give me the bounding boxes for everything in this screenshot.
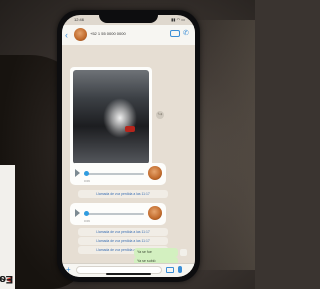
audio-duration: 0:09	[84, 219, 90, 223]
chat-area: ↪ 0:09 Llamada de voz perdida a las 11:1…	[62, 45, 195, 266]
voice-message[interactable]: 0:09	[70, 203, 166, 225]
missed-call-line[interactable]: Llamada de voz perdida a las 11:17	[78, 228, 168, 236]
voice-avatar	[148, 206, 162, 220]
audio-scrubber[interactable]	[84, 171, 89, 176]
photo-credit: Foto>Especial	[0, 175, 15, 285]
audio-waveform[interactable]	[84, 213, 144, 215]
missed-call-line[interactable]: Llamada de voz perdida a las 11:17	[78, 190, 168, 198]
audio-duration: 0:09	[84, 179, 90, 183]
phone-icon[interactable]: ✆	[183, 30, 190, 38]
audio-waveform[interactable]	[84, 173, 144, 175]
status-time: 12:46	[74, 17, 85, 22]
camera-notch	[99, 15, 158, 23]
play-icon[interactable]	[75, 169, 80, 177]
back-arrow-icon[interactable]: ‹	[65, 30, 73, 40]
image-thumbnail[interactable]	[73, 70, 149, 164]
forward-icon[interactable]: ↪	[156, 111, 164, 119]
credit-name: Especial	[0, 273, 13, 285]
contact-name[interactable]: +52 1 55 0000 0000	[90, 31, 148, 37]
play-icon[interactable]	[75, 209, 80, 217]
smartphone: 12:46 ▮▮ ◠ ▭ ‹ +52 1 55 0000 0000 ✆ ↪ 0:…	[57, 10, 200, 282]
contact-avatar[interactable]	[74, 28, 87, 41]
home-indicator[interactable]	[106, 273, 151, 275]
voice-message[interactable]: 0:09	[70, 163, 166, 185]
microphone-icon[interactable]	[178, 266, 182, 273]
missed-call-line[interactable]: Llamada de voz perdida a las 11:17	[78, 237, 168, 245]
phone-screen: 12:46 ▮▮ ◠ ▭ ‹ +52 1 55 0000 0000 ✆ ↪ 0:…	[62, 15, 195, 277]
status-icons: ▮▮ ◠ ▭	[171, 17, 185, 22]
chat-header: ‹ +52 1 55 0000 0000 ✆	[62, 25, 195, 46]
video-call-icon[interactable]	[170, 30, 180, 37]
voice-avatar	[148, 166, 162, 180]
image-glare	[103, 98, 137, 138]
image-red-object	[125, 126, 135, 132]
camera-icon[interactable]	[166, 267, 174, 273]
plus-icon[interactable]: +	[66, 266, 74, 274]
outgoing-message[interactable]: Ya se fue	[134, 248, 178, 257]
image-message[interactable]	[70, 67, 152, 171]
sticker-icon[interactable]	[180, 249, 187, 256]
audio-scrubber[interactable]	[84, 211, 89, 216]
